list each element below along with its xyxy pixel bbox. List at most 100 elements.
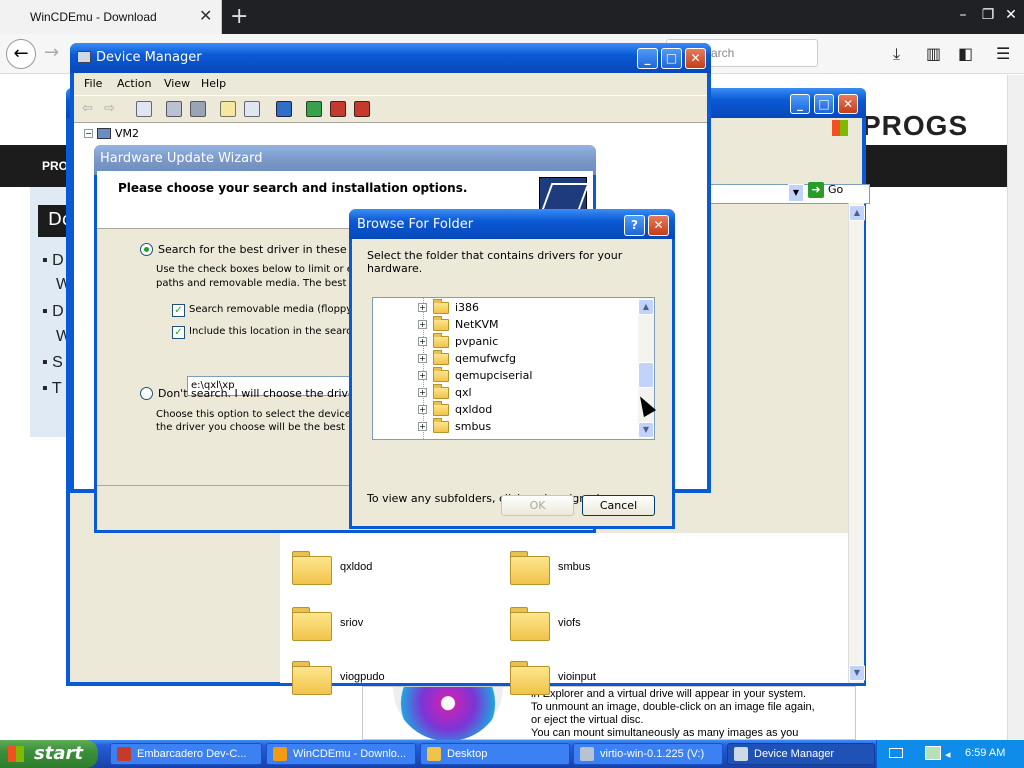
folder-item[interactable]: vioinput [510, 661, 596, 695]
folder-tree-item[interactable]: + i386 [418, 298, 479, 316]
scroll-up-icon[interactable]: ▲ [849, 205, 865, 221]
devmgr-close-icon[interactable]: ✕ [685, 48, 706, 69]
help-icon[interactable] [220, 101, 236, 117]
firefox-icon [273, 747, 287, 761]
expand-icon[interactable]: + [418, 320, 427, 329]
forward-arrow-icon[interactable]: → [44, 42, 59, 63]
uninstall-icon[interactable] [330, 101, 346, 117]
download-icon[interactable]: ⤓ [893, 44, 900, 64]
browser-tab-bar: WinCDEmu - Download ✕ + – ❐ ✕ [0, 0, 1024, 34]
include-location-checkbox[interactable]: ✓ [172, 326, 185, 339]
start-button[interactable]: start [0, 740, 98, 768]
page-nav-item[interactable]: PRO [42, 159, 68, 173]
explorer-maximize-icon[interactable]: □ [814, 94, 834, 114]
browser-minimize-icon[interactable]: – [954, 6, 972, 24]
new-tab-icon[interactable]: + [230, 4, 248, 29]
taskbar: start Embarcadero Dev-C... WinCDEmu - Do… [0, 740, 1024, 768]
scroll-up-icon[interactable]: ▲ [638, 299, 654, 315]
menu-view[interactable]: View [164, 77, 190, 90]
menu-icon[interactable]: ☰ [996, 44, 1010, 63]
show-hide-tree-icon[interactable] [136, 101, 152, 117]
folder-tree-scrollbar[interactable]: ▲ ▼ [638, 298, 654, 439]
folder-tree-item[interactable]: + qxldod [418, 400, 492, 418]
network-icon[interactable] [925, 746, 941, 760]
disable-icon[interactable] [354, 101, 370, 117]
explorer-close-icon[interactable]: ✕ [838, 94, 858, 114]
scroll-down-icon[interactable]: ▼ [638, 422, 654, 438]
taskbar-item[interactable]: virtio-win-0.1.225 (V:) [573, 743, 723, 765]
folder-icon [433, 383, 449, 399]
browser-tab[interactable]: WinCDEmu - Download ✕ [0, 0, 222, 34]
library-icon[interactable]: ▥ [926, 44, 941, 63]
page-info-line: or eject the virtual disc. [531, 714, 644, 726]
removable-media-checkbox[interactable]: ✓ [172, 304, 185, 317]
folder-item[interactable]: sriov [292, 607, 363, 641]
view-icon[interactable] [244, 101, 260, 117]
go-button[interactable]: ➜ Go [808, 182, 848, 204]
folder-item[interactable]: viofs [510, 607, 581, 641]
ok-button[interactable]: OK [501, 495, 574, 516]
sidebar-icon[interactable]: ◧ [958, 44, 973, 63]
expand-icon[interactable]: + [418, 303, 427, 312]
devmgr-maximize-icon[interactable]: □ [661, 48, 682, 69]
folder-tree-item[interactable]: + qemufwcfg [418, 349, 516, 367]
taskbar-item[interactable]: WinCDEmu - Downlo... [266, 743, 416, 765]
removable-media-label: Search removable media (floppy, C [189, 304, 353, 315]
option-search-desc: paths and removable media. The best driv [156, 278, 353, 289]
expand-icon[interactable]: + [418, 354, 427, 363]
tree-root-item[interactable]: − VM2 [84, 127, 139, 140]
tab-close-icon[interactable]: ✕ [199, 6, 212, 25]
properties-icon[interactable] [166, 101, 182, 117]
expand-icon[interactable]: + [418, 371, 427, 380]
folder-tree-item[interactable]: + NetKVM [418, 315, 499, 333]
back-icon[interactable]: ⇦ [82, 101, 98, 117]
device-manager-titlebar[interactable]: Device Manager [70, 43, 711, 73]
taskbar-item-active[interactable]: Device Manager [727, 743, 875, 765]
browser-close-icon[interactable]: ✕ [1002, 6, 1020, 24]
folder-item[interactable]: qxldod [292, 551, 372, 585]
search-best-driver-radio[interactable] [140, 243, 153, 256]
folder-tree-item[interactable]: + pvpanic [418, 332, 498, 350]
explorer-minimize-icon[interactable]: _ [790, 94, 810, 114]
folder-item[interactable]: smbus [510, 551, 590, 585]
back-arrow-icon[interactable]: ← [6, 39, 36, 69]
dont-search-radio[interactable] [140, 387, 153, 400]
folder-icon [433, 417, 449, 433]
expand-icon[interactable]: + [418, 337, 427, 346]
cancel-button[interactable]: Cancel [582, 495, 655, 516]
folder-icon [510, 661, 550, 695]
keyboard-icon[interactable] [889, 748, 903, 758]
taskbar-item[interactable]: Embarcadero Dev-C... [110, 743, 262, 765]
expand-icon[interactable]: + [418, 388, 427, 397]
browser-restore-icon[interactable]: ❐ [979, 6, 997, 24]
scroll-down-icon[interactable]: ▼ [849, 665, 865, 681]
address-dropdown-icon[interactable]: ▼ [788, 184, 804, 202]
collapse-icon[interactable]: − [84, 129, 93, 138]
volume-icon[interactable]: ◂ [945, 748, 951, 761]
taskbar-item[interactable]: Desktop [420, 743, 570, 765]
scan-hardware-icon[interactable] [276, 101, 292, 117]
folder-tree[interactable]: + i386 + NetKVM + pvpanic + qemufwcfg + qemup… [372, 297, 655, 440]
scroll-thumb[interactable] [638, 362, 654, 388]
expand-icon[interactable]: + [418, 422, 427, 431]
folder-tree-item[interactable]: + qxl [418, 383, 472, 401]
devmgr-minimize-icon[interactable]: _ [637, 48, 658, 69]
print-icon[interactable] [190, 101, 206, 117]
folder-tree-item[interactable]: + qemupciserial [418, 366, 532, 384]
menu-action[interactable]: Action [117, 77, 151, 90]
folder-item[interactable]: viogpudo [292, 661, 385, 695]
expand-icon[interactable]: + [418, 405, 427, 414]
help-button[interactable]: ? [624, 215, 645, 236]
page-scrollbar[interactable] [1007, 75, 1024, 740]
browse-close-icon[interactable]: ✕ [648, 215, 669, 236]
page-bullet: ▪ D [42, 303, 64, 320]
wizard-header-title: Please choose your search and installati… [118, 181, 468, 195]
update-driver-icon[interactable] [306, 101, 322, 117]
folder-icon [292, 661, 332, 695]
folder-tree-item[interactable]: + smbus [418, 417, 491, 435]
menu-help[interactable]: Help [201, 77, 226, 90]
folder-icon [292, 551, 332, 585]
forward-icon[interactable]: ⇨ [104, 101, 120, 117]
explorer-scrollbar[interactable]: ▲ ▼ [848, 203, 865, 683]
menu-file[interactable]: File [84, 77, 102, 90]
